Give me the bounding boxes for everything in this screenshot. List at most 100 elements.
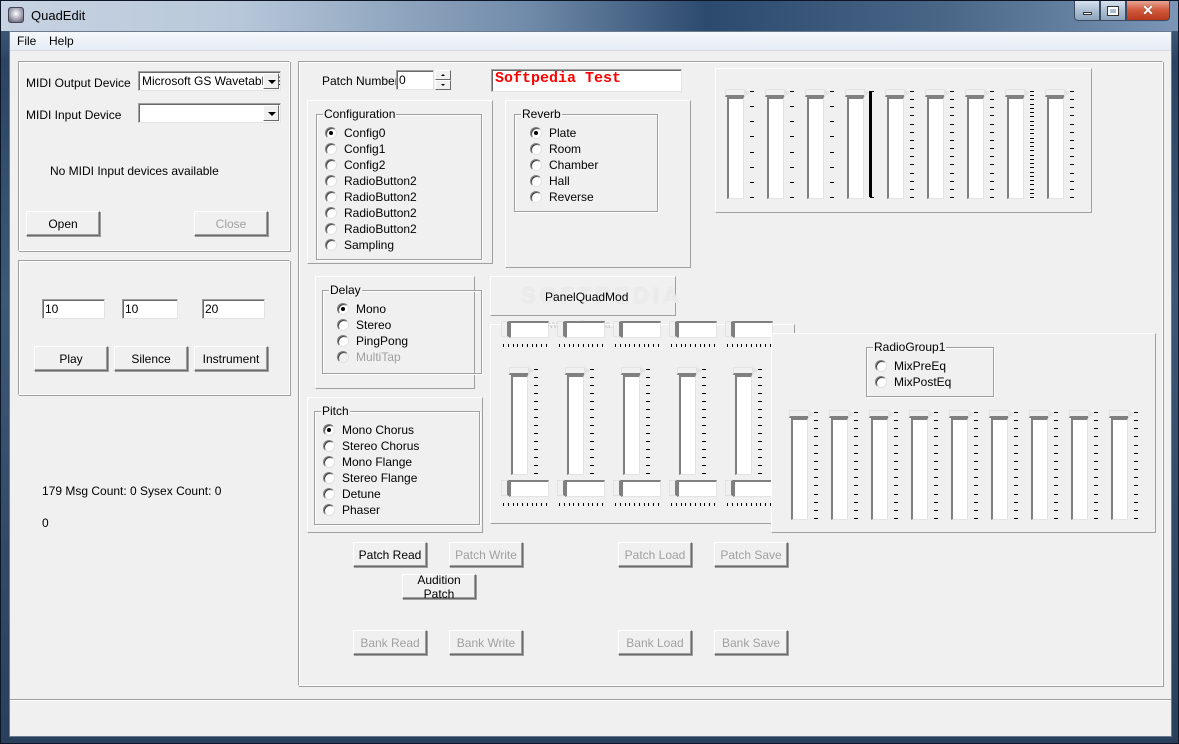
reverb-option[interactable]: Plate <box>530 125 576 141</box>
configuration-option[interactable]: Config2 <box>325 157 385 173</box>
radio-button[interactable] <box>323 488 335 500</box>
slider-track[interactable] <box>807 97 824 199</box>
reverb-option[interactable]: Reverse <box>530 189 594 205</box>
eq-slider[interactable] <box>725 89 761 201</box>
reverb-option[interactable]: Room <box>530 141 581 157</box>
slider-track[interactable] <box>871 418 888 520</box>
mix-slider[interactable] <box>909 410 945 522</box>
slider-thumb[interactable] <box>925 89 950 97</box>
velocity-field[interactable] <box>122 299 178 319</box>
radio-button[interactable] <box>325 191 337 203</box>
radio-button[interactable] <box>875 376 887 388</box>
mod-vslider[interactable] <box>565 367 601 477</box>
eq-slider[interactable] <box>925 89 961 201</box>
slider-track[interactable] <box>735 375 752 475</box>
slider-thumb[interactable] <box>669 480 677 496</box>
radio-button[interactable] <box>875 360 887 372</box>
slider-track[interactable] <box>791 418 808 520</box>
patch-name-display[interactable]: Softpedia Test <box>491 69 682 92</box>
slider-thumb[interactable] <box>509 367 534 375</box>
radio-button[interactable] <box>530 143 542 155</box>
radio-button[interactable] <box>530 175 542 187</box>
eq-slider[interactable] <box>805 89 841 201</box>
mix-slider[interactable] <box>789 410 825 522</box>
mod-bottom-hslider[interactable] <box>725 480 773 508</box>
menu-file[interactable]: File <box>13 34 40 48</box>
slider-thumb[interactable] <box>869 410 894 418</box>
open-button[interactable]: Open <box>26 211 100 236</box>
pitch-option[interactable]: Mono Chorus <box>323 422 414 438</box>
pitch-option[interactable]: Phaser <box>323 502 380 518</box>
pitch-option[interactable]: Stereo Flange <box>323 470 417 486</box>
radio-button[interactable] <box>323 440 335 452</box>
slider-thumb[interactable] <box>949 410 974 418</box>
mod-bottom-hslider[interactable] <box>557 480 605 508</box>
slider-track[interactable] <box>1111 418 1128 520</box>
slider-thumb[interactable] <box>845 89 870 97</box>
mod-vslider[interactable] <box>733 367 769 477</box>
slider-track[interactable] <box>1071 418 1088 520</box>
radio-button[interactable] <box>323 424 335 436</box>
delay-option[interactable]: Stereo <box>337 317 391 333</box>
delay-option[interactable]: PingPong <box>337 333 408 349</box>
slider-track[interactable] <box>991 418 1008 520</box>
slider-thumb[interactable] <box>725 321 733 337</box>
patch-read-button[interactable]: Patch Read <box>353 542 427 567</box>
radio-button[interactable] <box>325 223 337 235</box>
patch-number-field[interactable] <box>396 70 434 90</box>
slider-thumb[interactable] <box>501 321 509 337</box>
configuration-option[interactable]: Config0 <box>325 125 385 141</box>
slider-thumb[interactable] <box>885 89 910 97</box>
spin-down-icon[interactable] <box>435 80 451 90</box>
bank-save-button[interactable]: Bank Save <box>714 630 788 655</box>
slider-track[interactable] <box>727 97 744 199</box>
mod-bottom-hslider[interactable] <box>501 480 549 508</box>
slider-thumb[interactable] <box>1029 410 1054 418</box>
slider-track[interactable] <box>927 97 944 199</box>
mod-vslider[interactable] <box>677 367 713 477</box>
radio-button[interactable] <box>530 159 542 171</box>
eq-slider[interactable] <box>965 89 1001 201</box>
slider-track[interactable] <box>623 375 640 475</box>
slider-track[interactable] <box>733 480 773 497</box>
slider-thumb[interactable] <box>613 480 621 496</box>
slider-thumb[interactable] <box>805 89 830 97</box>
maximize-button[interactable] <box>1100 1 1126 21</box>
spin-up-icon[interactable] <box>435 70 451 80</box>
slider-track[interactable] <box>621 321 661 338</box>
mix-slider[interactable] <box>829 410 865 522</box>
bank-write-button[interactable]: Bank Write <box>449 630 523 655</box>
midi-output-select[interactable]: Microsoft GS Wavetable Synth <box>138 71 281 91</box>
slider-track[interactable] <box>565 480 605 497</box>
mix-slider[interactable] <box>1029 410 1065 522</box>
slider-thumb[interactable] <box>733 367 758 375</box>
patch-save-button[interactable]: Patch Save <box>714 542 788 567</box>
eq-slider[interactable] <box>1045 89 1081 201</box>
patch-write-button[interactable]: Patch Write <box>449 542 523 567</box>
pitch-option[interactable]: Stereo Chorus <box>323 438 419 454</box>
slider-track[interactable] <box>1047 97 1064 199</box>
configuration-option[interactable]: RadioButton2 <box>325 221 417 237</box>
mod-bottom-hslider[interactable] <box>613 480 661 508</box>
radio_group1-option[interactable]: MixPostEq <box>875 374 951 390</box>
radio-button[interactable] <box>530 127 542 139</box>
slider-thumb[interactable] <box>613 321 621 337</box>
pitch-option[interactable]: Mono Flange <box>323 454 412 470</box>
eq-slider[interactable] <box>845 89 881 201</box>
mod-bottom-hslider[interactable] <box>669 480 717 508</box>
radio-button[interactable] <box>325 207 337 219</box>
radio_group1-option[interactable]: MixPreEq <box>875 358 946 374</box>
mix-slider[interactable] <box>869 410 905 522</box>
slider-thumb[interactable] <box>677 367 702 375</box>
slider-thumb[interactable] <box>557 321 565 337</box>
mod-vslider[interactable] <box>621 367 657 477</box>
eq-slider[interactable] <box>765 89 801 201</box>
note-field[interactable] <box>42 299 105 319</box>
mix-slider[interactable] <box>1109 410 1145 522</box>
mod-top-hslider[interactable] <box>613 321 661 349</box>
radio-button[interactable] <box>323 456 335 468</box>
slider-track[interactable] <box>565 321 605 338</box>
slider-track[interactable] <box>831 418 848 520</box>
slider-track[interactable] <box>1031 418 1048 520</box>
mod-top-hslider[interactable] <box>669 321 717 349</box>
